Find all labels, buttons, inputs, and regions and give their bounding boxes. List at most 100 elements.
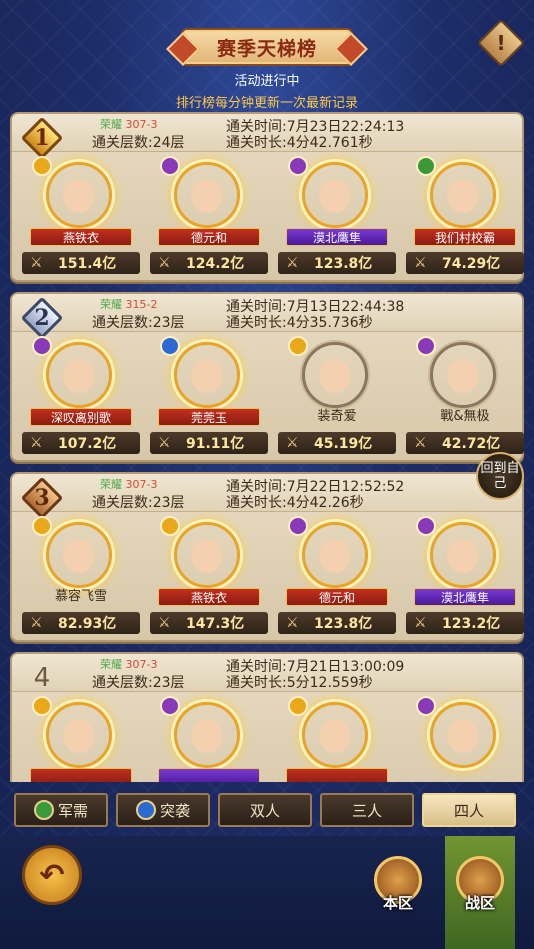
hero-power: ⚔ 74.29亿 <box>406 252 524 274</box>
activity-status: 活动进行中 <box>234 74 300 89</box>
hero-slot[interactable]: 戰&無极 ⚔ 42.72亿 <box>400 336 524 460</box>
tab-label: 双人 <box>249 801 280 820</box>
hero-slot[interactable]: 漠北鹰隼 ⚔ 123.8亿 <box>272 156 400 280</box>
hero-name: 漠北鹰隼 <box>414 588 516 606</box>
glory-label: 荣耀 <box>100 298 122 311</box>
hero-avatar[interactable] <box>46 522 112 588</box>
hero-name: 漠北鹰隼 <box>286 228 388 246</box>
hero-avatar[interactable] <box>46 702 112 768</box>
sword-icon: ⚔ <box>286 615 299 631</box>
hero-slot[interactable]: ⚔ <box>144 696 272 782</box>
hero-slot[interactable]: 我们村校霸 ⚔ 74.29亿 <box>400 156 524 280</box>
hero-power: ⚔ 123.2亿 <box>406 612 524 634</box>
hero-face <box>447 179 479 213</box>
glory-level: 307-3 <box>125 478 158 491</box>
hero-name <box>30 768 132 782</box>
hero-slot[interactable]: 燕铁衣 ⚔ 151.4亿 <box>16 156 144 280</box>
hero-name <box>414 768 516 782</box>
local-zone-label[interactable]: 本区 <box>368 892 428 913</box>
tab-4[interactable]: 三人 <box>320 793 414 827</box>
cleared-floors: 通关层数:23层 <box>92 675 185 691</box>
tab-1[interactable]: 军需 <box>14 793 108 827</box>
hero-face <box>447 359 479 393</box>
ranking-card[interactable]: 1 荣耀 307-3 通关层数:24层 通关时间:7月23日22:24:13 通关时长:… <box>10 112 524 282</box>
tab-label: 军需 <box>57 801 88 820</box>
hero-avatar[interactable] <box>430 522 496 588</box>
hero-face <box>63 539 95 573</box>
hero-avatar[interactable] <box>302 522 368 588</box>
glory-tag: 荣耀 307-3 <box>100 116 157 132</box>
tab-2[interactable]: 突袭 <box>116 793 210 827</box>
hero-name: 德元和 <box>286 588 388 606</box>
rank-number: 3 <box>34 485 50 511</box>
hero-class-icon <box>288 516 308 536</box>
hero-avatar[interactable] <box>430 342 496 408</box>
hero-face <box>447 539 479 573</box>
glory-level: 315-2 <box>125 298 158 311</box>
hero-lineup: 深叹离别歌 ⚔ 107.2亿 莞莞玉 ⚔ 91.11亿 装奇爱 ⚔ 45.19亿 戰&無极 ⚔ 42.… <box>12 336 524 460</box>
hero-lineup: 慕容飞雪 ⚔ 82.93亿 燕铁衣 ⚔ 147.3亿 德元和 ⚔ 123.8亿 漠北鹰隼 ⚔ 123.… <box>12 516 524 640</box>
hero-power: ⚔ 45.19亿 <box>278 432 396 454</box>
tab-label: 突袭 <box>159 801 190 820</box>
ranking-card[interactable]: 3 荣耀 307-3 通关层数:23层 通关时间:7月22日12:52:52 通关时长:… <box>10 472 524 642</box>
cleared-floors: 通关层数:24层 <box>92 135 185 151</box>
hero-avatar[interactable] <box>430 162 496 228</box>
hero-name: 我们村校霸 <box>414 228 516 246</box>
hero-face <box>447 719 479 753</box>
hero-face <box>63 719 95 753</box>
hero-class-icon <box>288 696 308 716</box>
sword-icon: ⚔ <box>30 615 43 631</box>
hero-avatar[interactable] <box>174 522 240 588</box>
hero-class-icon <box>32 696 52 716</box>
ranking-list[interactable]: 1 荣耀 307-3 通关层数:24层 通关时间:7月23日22:24:13 通关时长:… <box>10 112 524 782</box>
hero-avatar[interactable] <box>302 702 368 768</box>
hero-slot[interactable]: 装奇爱 ⚔ 45.19亿 <box>272 336 400 460</box>
hero-power: ⚔ 82.93亿 <box>22 612 140 634</box>
hero-slot[interactable]: ⚔ <box>400 696 524 782</box>
ranking-card[interactable]: 2 荣耀 315-2 通关层数:23层 通关时间:7月13日22:44:38 通关时长:… <box>10 292 524 462</box>
hero-name: 燕铁衣 <box>30 228 132 246</box>
hero-class-icon <box>288 336 308 356</box>
hero-face <box>63 179 95 213</box>
hero-avatar[interactable] <box>174 162 240 228</box>
sword-icon: ⚔ <box>286 435 299 451</box>
hero-avatar[interactable] <box>302 342 368 408</box>
hero-slot[interactable]: 德元和 ⚔ 124.2亿 <box>144 156 272 280</box>
hero-slot[interactable]: ⚔ <box>272 696 400 782</box>
hero-class-icon <box>32 156 52 176</box>
tab-3[interactable]: 双人 <box>218 793 312 827</box>
hero-face <box>319 719 351 753</box>
hero-avatar[interactable] <box>46 342 112 408</box>
hero-slot[interactable]: 漠北鹰隼 ⚔ 123.2亿 <box>400 516 524 640</box>
hero-slot[interactable]: 德元和 ⚔ 123.8亿 <box>272 516 400 640</box>
hero-slot[interactable]: 深叹离别歌 ⚔ 107.2亿 <box>16 336 144 460</box>
hero-power-value: 123.8亿 <box>314 616 373 632</box>
glory-label: 荣耀 <box>100 658 122 671</box>
clear-duration: 通关时长:4分42.26秒 <box>226 495 364 511</box>
rank-number: 1 <box>34 125 50 151</box>
hero-slot[interactable]: 莞莞玉 ⚔ 91.11亿 <box>144 336 272 460</box>
hero-avatar[interactable] <box>430 702 496 768</box>
page-title: 赛季天梯榜 <box>216 37 317 60</box>
war-zone-label[interactable]: 战区 <box>450 892 510 913</box>
return-button[interactable]: ↶ <box>22 845 82 905</box>
hero-avatar[interactable] <box>174 342 240 408</box>
hero-power: ⚔ 123.8亿 <box>278 252 396 274</box>
hero-power-value: 124.2亿 <box>186 256 245 272</box>
hero-avatar[interactable] <box>46 162 112 228</box>
hero-slot[interactable]: ⚔ <box>16 696 144 782</box>
hero-face <box>63 359 95 393</box>
hero-face <box>319 539 351 573</box>
back-to-self-button[interactable]: 回到自己 <box>476 452 524 500</box>
hero-slot[interactable]: 燕铁衣 ⚔ 147.3亿 <box>144 516 272 640</box>
hero-avatar[interactable] <box>174 702 240 768</box>
tab-5[interactable]: 四人 <box>422 793 516 827</box>
hero-class-icon <box>32 516 52 536</box>
ranking-card[interactable]: 4 荣耀 307-3 通关层数:23层 通关时间:7月21日13:00:09 通关时长:… <box>10 652 524 782</box>
hero-power-value: 147.3亿 <box>186 616 245 632</box>
hero-slot[interactable]: 慕容飞雪 ⚔ 82.93亿 <box>16 516 144 640</box>
hero-avatar[interactable] <box>302 162 368 228</box>
hero-face <box>191 719 223 753</box>
rank-badge: 4 <box>20 656 64 700</box>
glory-label: 荣耀 <box>100 118 122 131</box>
